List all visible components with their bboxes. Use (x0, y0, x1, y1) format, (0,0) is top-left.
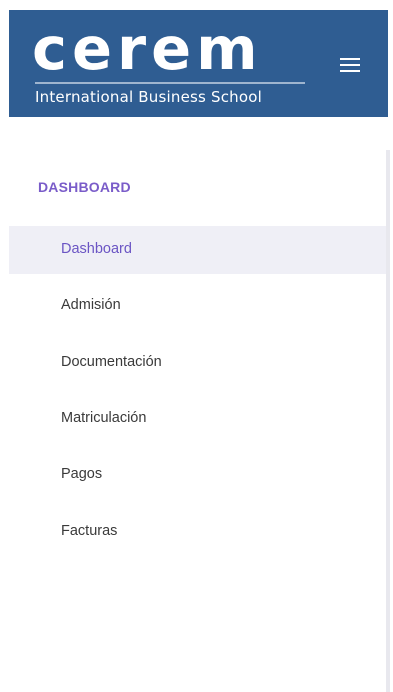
sidebar-scrollbar[interactable] (386, 150, 390, 692)
sidebar-item-label: Dashboard (61, 241, 132, 257)
sidebar-item-label: Facturas (61, 523, 118, 539)
sidebar-item-label: Admisión (61, 297, 121, 313)
hamburger-menu-icon[interactable] (337, 53, 365, 77)
sidebar-item-admision[interactable]: Admisión (9, 287, 388, 335)
sidebar-nav: DASHBOARD Dashboard Admisión Documentaci… (9, 150, 388, 692)
sidebar-item-label: Pagos (61, 466, 103, 482)
app-page: cerem International Business School DASH… (0, 0, 393, 692)
logo-divider (35, 82, 305, 84)
sidebar-item-facturas[interactable]: Facturas (9, 513, 388, 561)
sidebar-item-matriculacion[interactable]: Matriculación (9, 400, 388, 448)
logo-wordmark: cerem (32, 14, 263, 83)
sidebar-item-documentacion[interactable]: Documentación (9, 344, 388, 392)
sidebar-section-title: DASHBOARD (38, 179, 131, 195)
logo[interactable]: cerem International Business School (32, 19, 310, 106)
sidebar-item-pagos[interactable]: Pagos (9, 456, 388, 504)
logo-subtitle: International Business School (35, 88, 263, 106)
sidebar-item-label: Matriculación (61, 410, 147, 426)
sidebar-item-dashboard[interactable]: Dashboard (9, 226, 388, 274)
header-bar: cerem International Business School (9, 10, 388, 117)
sidebar-item-label: Documentación (61, 354, 162, 370)
